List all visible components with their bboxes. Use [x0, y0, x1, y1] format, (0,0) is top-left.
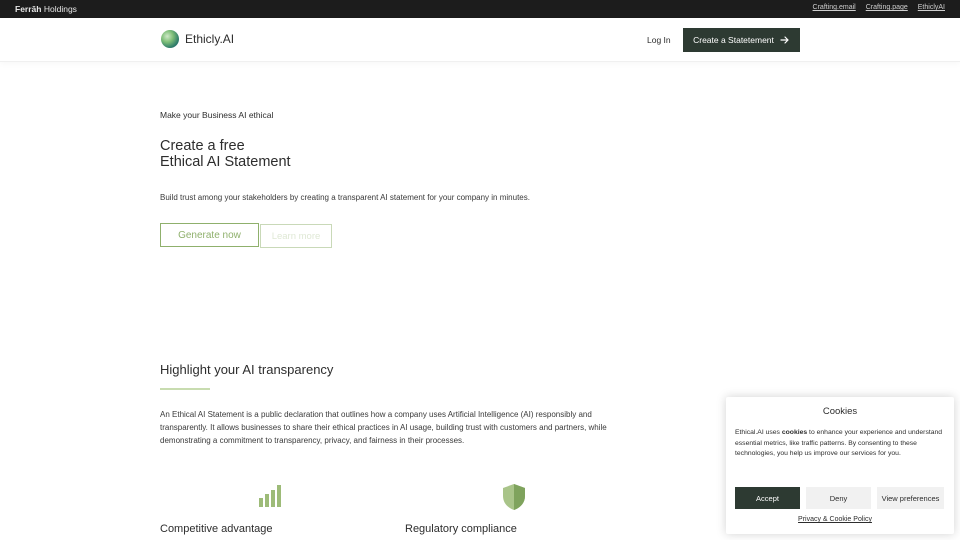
learn-more-button[interactable]: Learn more: [260, 224, 332, 248]
feature-regulatory-compliance: Regulatory compliance: [405, 523, 517, 535]
topbar-link-crafting-page[interactable]: Crafting.page: [866, 4, 908, 11]
hero-eyebrow: Make your Business AI ethical: [160, 110, 274, 120]
feature-competitive-advantage: Competitive advantage: [160, 523, 273, 535]
cookie-preferences-button[interactable]: View preferences: [877, 487, 944, 509]
top-utility-bar: Ferrāh Holdings Crafting.email Crafting.…: [0, 0, 960, 18]
hero-title: Create a free Ethical AI Statement: [160, 138, 291, 170]
create-statement-button[interactable]: Create a Statetement: [683, 28, 800, 52]
generate-now-button[interactable]: Generate now: [160, 223, 259, 247]
cookie-deny-button[interactable]: Deny: [806, 487, 871, 509]
site-logo[interactable]: Ethicly.AI: [161, 30, 234, 48]
holding-brand[interactable]: Ferrāh Holdings: [15, 4, 77, 14]
cookie-title: Cookies: [822, 406, 858, 417]
topbar-link-ethiclyai[interactable]: EthiclyAI: [918, 4, 945, 11]
section-divider: [160, 388, 210, 390]
hero-title-line1: Create a free: [160, 138, 245, 154]
cookie-accept-button[interactable]: Accept: [735, 487, 800, 509]
logo-globe-icon: [161, 30, 179, 48]
create-statement-label: Create a Statetement: [693, 35, 774, 45]
arrow-right-icon: [780, 36, 789, 44]
transparency-section-body: An Ethical AI Statement is a public decl…: [160, 410, 607, 445]
login-link[interactable]: Log In: [647, 35, 671, 45]
cookie-text: Ethical.AI uses cookies to enhance your …: [735, 428, 947, 460]
privacy-cookie-policy-link[interactable]: Privacy & Cookie Policy: [726, 516, 944, 523]
transparency-section-title: Highlight your AI transparency: [160, 362, 334, 377]
topbar-links: Crafting.email Crafting.page EthiclyAI: [813, 4, 945, 11]
holding-brand-rest: Holdings: [43, 4, 77, 14]
bar-chart-icon: [259, 485, 281, 507]
hero-description: Build trust among your stakeholders by c…: [160, 193, 530, 202]
cookie-buttons: Accept Deny View preferences: [735, 487, 944, 509]
cookie-text-bold: cookies: [781, 429, 808, 436]
topbar-link-crafting-email[interactable]: Crafting.email: [813, 4, 856, 11]
hero-title-line2: Ethical AI Statement: [160, 153, 291, 170]
logo-text: Ethicly.AI: [185, 32, 235, 46]
holding-brand-bold: Ferrāh: [15, 4, 42, 14]
cookie-text-start: Ethical.AI uses: [735, 429, 782, 436]
shield-icon: [503, 484, 525, 510]
main-navbar: Ethicly.AI Log In Create a Statetement: [0, 18, 960, 62]
cookie-banner: Cookies Ethical.AI uses cookies to enhan…: [726, 397, 954, 534]
